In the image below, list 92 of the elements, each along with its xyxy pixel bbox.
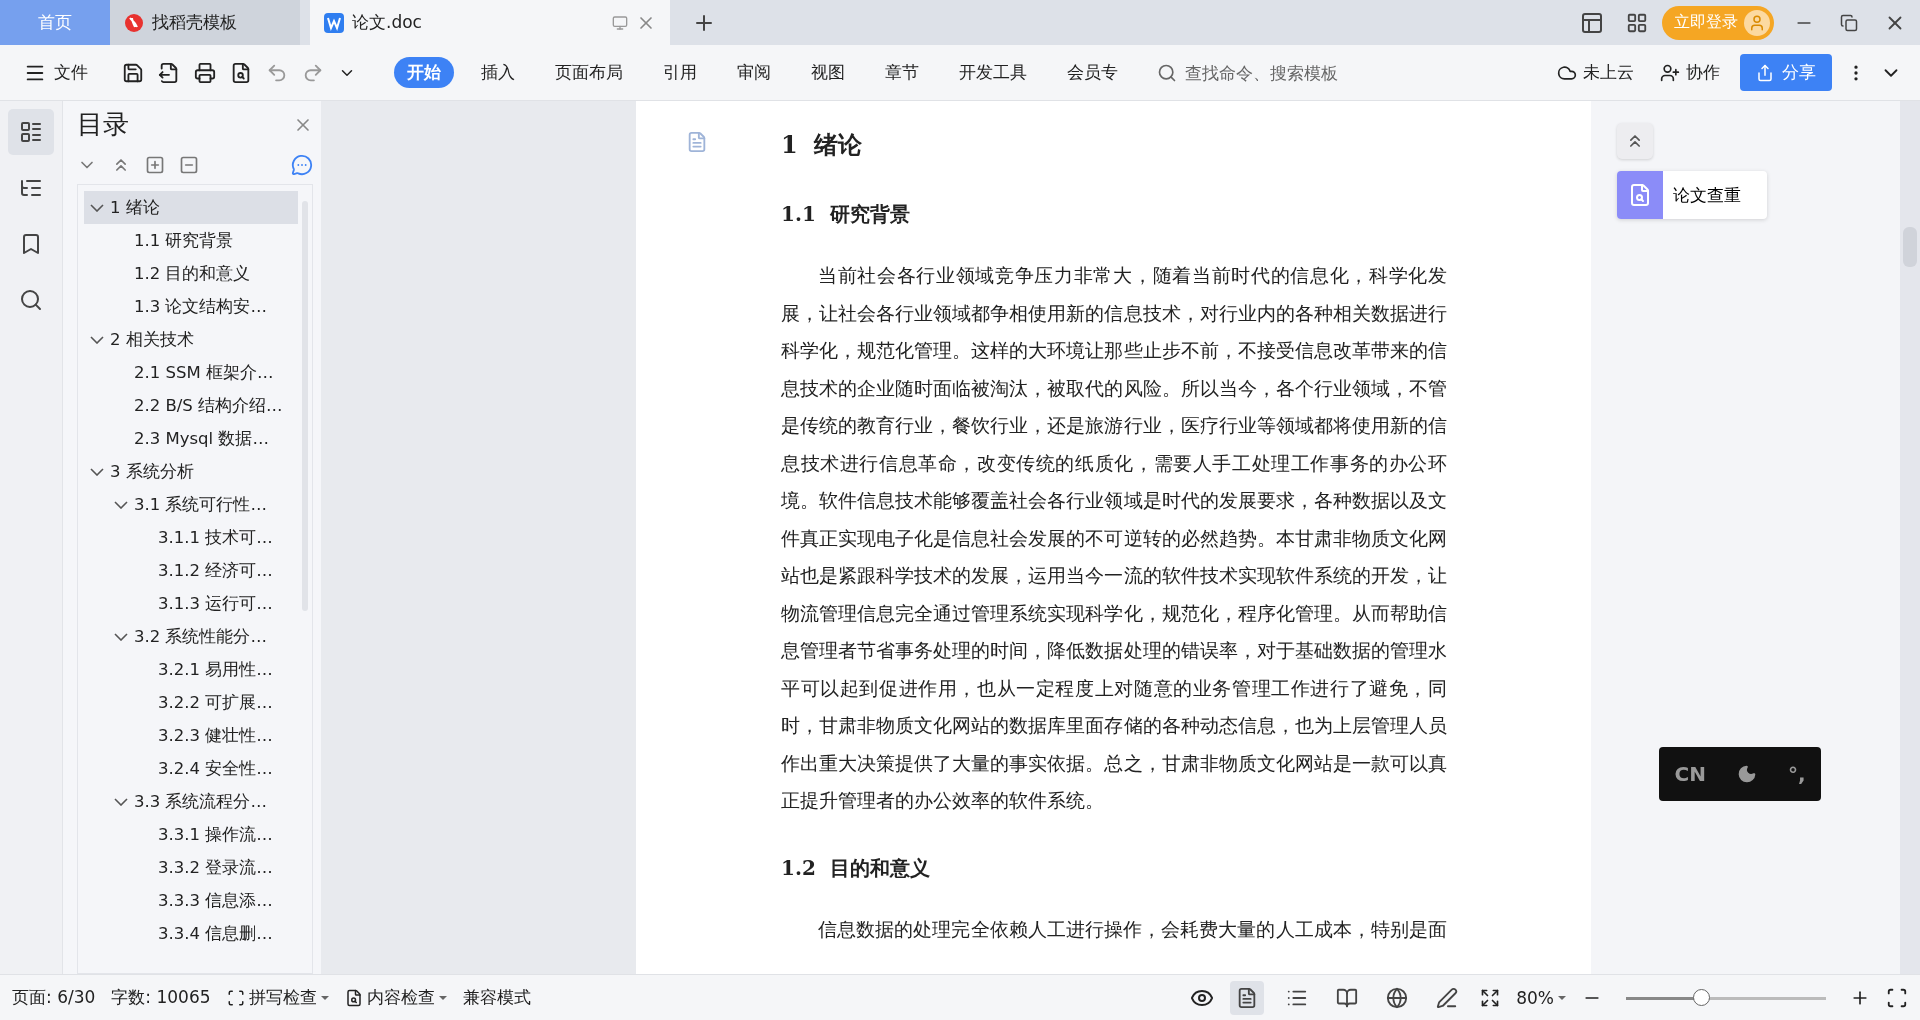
- outline-item[interactable]: 2.3 Mysql 数据…: [84, 422, 298, 455]
- moon-icon: [1736, 764, 1757, 784]
- chevron-down-icon: [114, 500, 128, 509]
- outline-item[interactable]: 3.1.2 经济可…: [84, 554, 298, 587]
- zoom-dropdown[interactable]: 80%: [1516, 987, 1566, 1008]
- chevron-down-icon: [90, 335, 104, 344]
- monitor-icon: [612, 14, 628, 31]
- chevron-down-icon: [90, 203, 104, 212]
- ribbon-tab[interactable]: 开始: [394, 57, 454, 88]
- outline-item[interactable]: 1.3 论文结构安…: [84, 290, 298, 323]
- chevron-down-icon: [114, 797, 128, 806]
- outline-item[interactable]: 3.3.3 信息添…: [84, 884, 298, 917]
- avatar-icon: [1748, 13, 1766, 32]
- outline-icon: [19, 120, 43, 144]
- panel-title: 目录: [77, 108, 129, 141]
- outline-item[interactable]: 2 相关技术: [84, 323, 298, 356]
- body-paragraph: 信息数据的处理完全依赖人工进行操作，会耗费大量的人工成本，特别是面: [817, 918, 1447, 942]
- content-check-button[interactable]: 内容检查: [344, 986, 447, 1009]
- preview-icon[interactable]: [230, 61, 252, 84]
- restore-icon[interactable]: [1840, 13, 1858, 32]
- print-icon[interactable]: [194, 61, 216, 84]
- document-logo-icon: [324, 12, 344, 33]
- word-count: 字数: 10065: [111, 986, 211, 1009]
- page-count: 页面: 6/30: [12, 986, 96, 1009]
- outline-item[interactable]: 3.1.3 运行可…: [84, 587, 298, 620]
- search-icon: [1157, 62, 1177, 83]
- dropdown-caret-icon: [1558, 995, 1566, 1000]
- grid-icon[interactable]: [1626, 11, 1648, 34]
- ribbon-tab[interactable]: 引用: [650, 57, 710, 88]
- search-field[interactable]: 查找命令、搜索模板: [1183, 61, 1377, 84]
- fullscreen-icon[interactable]: [1886, 986, 1908, 1009]
- remove-icon[interactable]: [179, 155, 199, 175]
- fit-icon[interactable]: [1480, 987, 1501, 1008]
- globe-icon: [1386, 986, 1409, 1009]
- save-icon[interactable]: [122, 61, 144, 84]
- outline-item[interactable]: 3.3.2 登录流…: [84, 851, 298, 884]
- spell-check-button[interactable]: 拼写检查: [226, 986, 329, 1009]
- collapse-button[interactable]: [1617, 123, 1653, 159]
- dropdown-caret-icon: [438, 995, 447, 1000]
- outline-item[interactable]: 1.2 目的和意义: [84, 257, 298, 290]
- collaborate-button[interactable]: 协作: [1654, 60, 1726, 85]
- outline-item[interactable]: 3.2.1 易用性…: [84, 653, 298, 686]
- document-tab[interactable]: 找稻壳模板: [110, 0, 300, 45]
- outline-item[interactable]: 3.1 系统可行性…: [84, 488, 298, 521]
- ribbon-tab[interactable]: 视图: [798, 57, 858, 88]
- cloud-button[interactable]: 未上云: [1551, 60, 1640, 85]
- ribbon-tab[interactable]: 审阅: [724, 57, 784, 88]
- chevron-down-icon: [90, 467, 104, 476]
- sidebar-button[interactable]: [8, 109, 54, 155]
- dropdown-caret-icon: [320, 995, 329, 1000]
- input-method-bar[interactable]: CN °,: [1659, 747, 1821, 801]
- ribbon-tab[interactable]: 开发工具: [946, 57, 1040, 88]
- ribbon-tab[interactable]: 会员专: [1054, 57, 1131, 88]
- chevron-down-icon: [114, 632, 128, 641]
- chat-icon[interactable]: [291, 154, 313, 176]
- plagiarism-check-button[interactable]: 论文查重: [1617, 171, 1767, 219]
- outline-item[interactable]: 3.3 系统流程分…: [84, 785, 298, 818]
- outline-item[interactable]: 3.2.4 安全性…: [84, 752, 298, 785]
- outline-item[interactable]: 1.1 研究背景: [84, 224, 298, 257]
- pen-icon: [1436, 986, 1459, 1009]
- search-icon: [19, 288, 43, 312]
- page-view-button[interactable]: [1230, 980, 1265, 1015]
- section-heading: 1.2 目的和意义: [781, 854, 931, 882]
- search-document-icon: [344, 988, 363, 1007]
- outline-item[interactable]: 3 系统分析: [84, 455, 298, 488]
- export-icon[interactable]: [158, 61, 180, 84]
- outline-item[interactable]: 3.2 系统性能分…: [84, 620, 298, 653]
- ribbon-tab[interactable]: 插入: [468, 57, 528, 88]
- body-paragraph: 当前社会各行业领域竞争压力非常大，随着当前时代的信息化，科学化发展，让社会各行业领域都争相使用新的信息技术，对行业内的各种相关数据进行科学化，规范化管理。这样的大环境让那些止步不前，不接受信息改革带来的信息技术的企业随时面临被淘汰，被取代的风险。所以当今，各个行业领域，不管是传统的教育行业，餐饮行业，还是旅游行业，医疗行业等领域都将使用新的信息技术进行信息革命，改变传统的纸质化，需要人手工处理工作事务的办公环境。软件信息技术能够覆盖社会各行业领域是时代的发展要求，各种数据以及文件真正实现电子化是信息社会发展的不可逆转的必然趋势。本甘肃非物质文化网站也是紧跟科学技术的发展，运用当今一流的软件技术实现软件系统的开发，让物流管理信息完全通过管理系统实现科学化，规范化，程序化管理。从而帮助信息管理者节省事务处理的时间，降低数据处理的错误率，对于基础数据的管理水平可以起到促进作用，也从一定程度上对随意的业务管理工作进行了避免，同时，甘肃非物质文化网站的数据库里面存储的各种动态信息，也为上层管理人员作出重大决策提供了大量的事实依据。总之，甘肃非物质文化网站是一款可以真正提升管理者的办公效率的软件系统。: [781, 265, 1447, 813]
- section-heading: 1.1 研究背景: [781, 201, 911, 228]
- file-menu[interactable]: 文件: [18, 60, 94, 85]
- outline-item[interactable]: 3.3.4 信息删…: [84, 917, 298, 950]
- outline-item[interactable]: 3.1.1 技术可…: [84, 521, 298, 554]
- share-icon: [1756, 63, 1774, 82]
- outline-item[interactable]: 1 绪论: [84, 191, 298, 224]
- ribbon-tab[interactable]: 页面布局: [542, 57, 636, 88]
- document-tab[interactable]: 论文.doc: [310, 0, 670, 45]
- user-plus-icon: [1660, 62, 1680, 83]
- outline-item[interactable]: 2.2 B/S 结构介绍…: [84, 389, 298, 422]
- compatibility-mode: 兼容模式: [462, 986, 531, 1009]
- layout-icon[interactable]: [1580, 10, 1604, 35]
- document-search-icon: [1628, 183, 1652, 207]
- outline-item[interactable]: 3.3.1 操作流…: [84, 818, 298, 851]
- outline-item[interactable]: 2.1 SSM 框架介…: [84, 356, 298, 389]
- chapter-heading: 1 绪论: [781, 129, 864, 161]
- outline-item[interactable]: 3.2.3 健壮性…: [84, 719, 298, 752]
- book-icon: [1336, 986, 1359, 1009]
- ribbon-tab[interactable]: 章节: [872, 57, 932, 88]
- add-icon[interactable]: [145, 155, 165, 175]
- outline-item[interactable]: 3.2.2 可扩展…: [84, 686, 298, 719]
- scrollbar[interactable]: [1900, 101, 1920, 974]
- share-button[interactable]: 分享: [1740, 54, 1832, 91]
